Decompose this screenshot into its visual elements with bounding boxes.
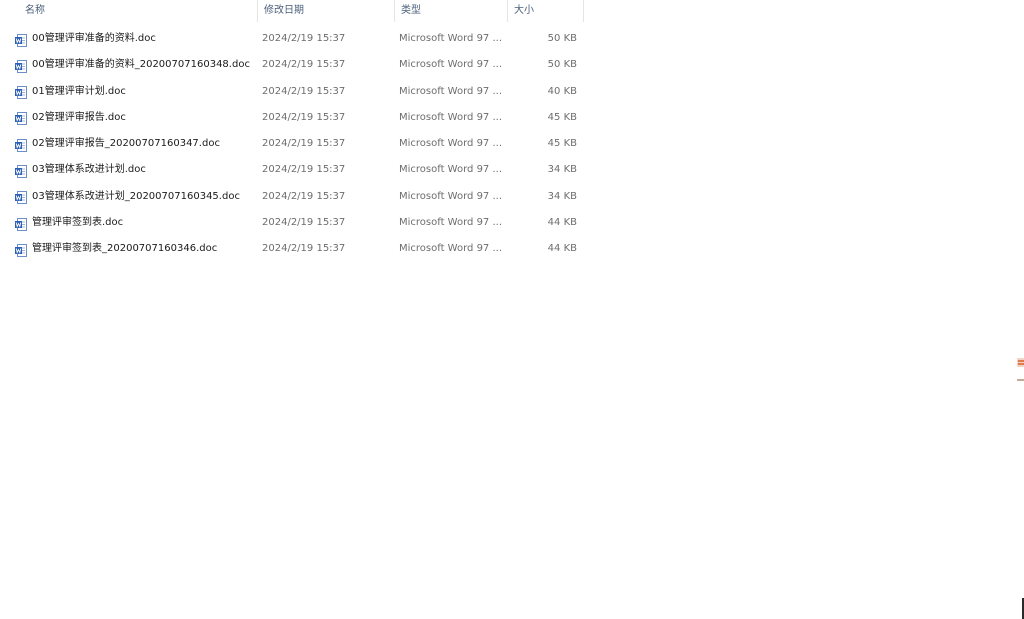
file-name: 03管理体系改进计划.doc [32,164,146,176]
file-type: Microsoft Word 97 ... [399,59,503,71]
file-type: Microsoft Word 97 ... [399,164,503,176]
file-row[interactable]: 03管理体系改进计划_20200707160345.doc 2024/2/19 … [0,184,590,210]
file-date: 2024/2/19 15:37 [262,59,346,71]
file-list: 00管理评审准备的资料.doc 2024/2/19 15:37 Microsof… [0,26,590,263]
file-type: Microsoft Word 97 ... [399,138,503,150]
file-row[interactable]: 02管理评审报告.doc 2024/2/19 15:37 Microsoft W… [0,105,590,131]
file-date: 2024/2/19 15:37 [262,138,346,150]
file-type: Microsoft Word 97 ... [399,111,503,123]
column-header-size-label: 大小 [514,5,534,16]
file-explorer: 名称 ^ 修改日期 类型 大小 00管理评审准备的资料.doc 2024/2/1… [0,0,1024,619]
word-doc-icon [15,84,27,100]
file-name-cell[interactable]: 03管理体系改进计划_20200707160345.doc [15,184,255,210]
file-size: 44 KB [547,243,577,255]
file-row[interactable]: 00管理评审准备的资料_20200707160348.doc 2024/2/19… [0,52,590,78]
file-size: 40 KB [547,85,577,97]
file-name: 03管理体系改进计划_20200707160345.doc [32,190,240,202]
file-type: Microsoft Word 97 ... [399,33,503,44]
column-header-bar: 名称 ^ 修改日期 类型 大小 [0,0,584,22]
file-name: 00管理评审准备的资料.doc [32,33,156,44]
word-doc-icon [15,137,27,152]
file-name-cell[interactable]: 00管理评审准备的资料.doc [15,26,255,52]
file-name-cell[interactable]: 管理评审签到表_20200707160346.doc [15,236,255,262]
file-name: 02管理评审报告.doc [32,111,126,123]
file-size: 44 KB [547,217,577,229]
file-name-cell[interactable]: 管理评审签到表.doc [15,210,255,236]
column-header-type[interactable]: 类型 [394,0,507,22]
file-size: 50 KB [547,33,577,44]
column-header-name-label: 名称 [25,5,45,16]
file-date: 2024/2/19 15:37 [262,33,346,44]
word-doc-icon [15,110,27,126]
file-date: 2024/2/19 15:37 [262,85,346,97]
file-name: 02管理评审报告_20200707160347.doc [32,138,220,150]
file-size: 34 KB [547,190,577,202]
edge-app-icon [1014,352,1024,386]
file-name: 01管理评审计划.doc [32,85,126,97]
word-doc-icon [15,216,27,231]
file-name-cell[interactable]: 02管理评审报告.doc [15,105,255,131]
file-size: 45 KB [547,138,577,150]
column-header-date-label: 修改日期 [264,5,304,16]
column-header-type-label: 类型 [401,5,421,16]
file-row[interactable]: 管理评审签到表_20200707160346.doc 2024/2/19 15:… [0,236,590,262]
file-type: Microsoft Word 97 ... [399,85,503,97]
column-header-name[interactable]: 名称 ^ [19,0,257,22]
file-name: 管理评审签到表.doc [32,217,124,229]
file-name: 00管理评审准备的资料_20200707160348.doc [32,59,250,71]
file-name-cell[interactable]: 03管理体系改进计划.doc [15,157,255,183]
file-name-cell[interactable]: 00管理评审准备的资料_20200707160348.doc [15,52,255,78]
word-doc-icon [15,32,27,47]
file-date: 2024/2/19 15:37 [262,111,346,123]
word-doc-icon [15,163,27,178]
file-type: Microsoft Word 97 ... [399,190,503,202]
file-type: Microsoft Word 97 ... [399,243,503,255]
file-name: 管理评审签到表_20200707160346.doc [32,243,218,255]
file-size: 50 KB [547,59,577,71]
file-row[interactable]: 00管理评审准备的资料.doc 2024/2/19 15:37 Microsof… [0,26,590,52]
word-doc-icon [15,58,27,73]
file-date: 2024/2/19 15:37 [262,190,346,202]
sort-ascending-icon: ^ [154,0,162,6]
file-date: 2024/2/19 15:37 [262,217,346,229]
word-doc-icon [15,189,27,205]
file-size: 45 KB [547,111,577,123]
file-date: 2024/2/19 15:37 [262,164,346,176]
column-header-size[interactable]: 大小 [507,0,584,22]
file-name-cell[interactable]: 01管理评审计划.doc [15,79,255,105]
file-size: 34 KB [547,164,577,176]
file-type: Microsoft Word 97 ... [399,217,503,229]
file-date: 2024/2/19 15:37 [262,243,346,255]
word-doc-icon [15,242,27,257]
file-row[interactable]: 03管理体系改进计划.doc 2024/2/19 15:37 Microsoft… [0,157,590,183]
file-name-cell[interactable]: 02管理评审报告_20200707160347.doc [15,131,255,157]
column-header-date[interactable]: 修改日期 [257,0,394,22]
file-row[interactable]: 01管理评审计划.doc 2024/2/19 15:37 Microsoft W… [0,79,590,105]
file-row[interactable]: 管理评审签到表.doc 2024/2/19 15:37 Microsoft Wo… [0,210,590,236]
file-row[interactable]: 02管理评审报告_20200707160347.doc 2024/2/19 15… [0,131,590,157]
